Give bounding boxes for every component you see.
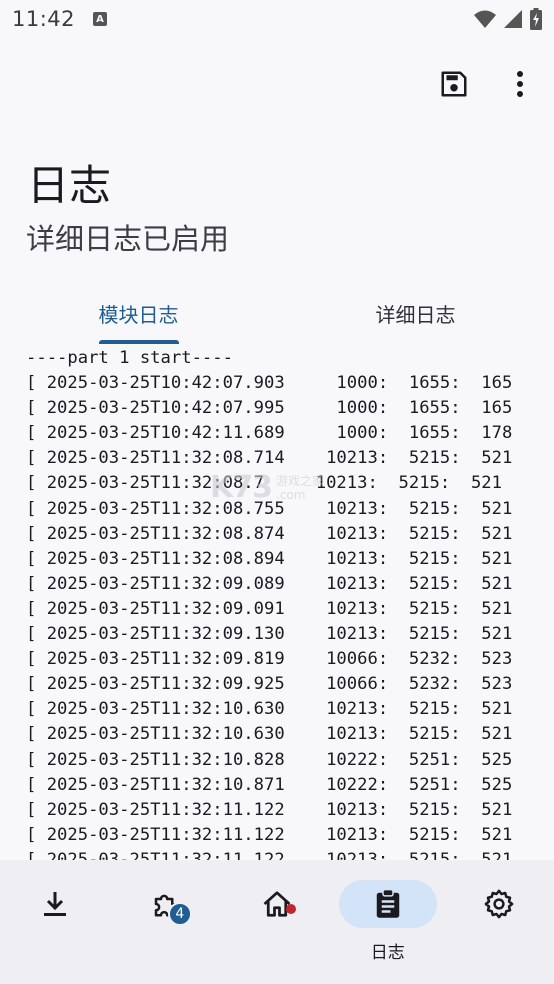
- log-line: [ 2025-03-25T11:32:09.130 10213: 5215: 5…: [26, 624, 513, 645]
- download-icon: [44, 892, 67, 916]
- watermark-text: 游戏之家 .com: [276, 474, 324, 502]
- settings-icon: [484, 889, 513, 919]
- nav-pill: [450, 880, 548, 928]
- log-line: [ 2025-03-25T11:32:10.630 10213: 5215: 5…: [26, 699, 513, 720]
- nav-pill: [228, 880, 326, 928]
- log-line: [ 2025-03-25T10:42:07.903 1000: 1655: 16…: [26, 373, 513, 394]
- log-line: [ 2025-03-25T11:32:09.089 10213: 5215: 5…: [26, 573, 513, 594]
- watermark-line1: 游戏之家: [276, 473, 325, 488]
- more-vert-icon: [517, 71, 523, 97]
- log-line: [ 2025-03-25T11:32:11.122 10213: 5215: 5…: [26, 799, 513, 820]
- nav-item-log[interactable]: 日志: [332, 860, 443, 984]
- signal-icon: [504, 10, 522, 28]
- watermark-logo: K73: [210, 470, 273, 505]
- nav-label-log: 日志: [370, 943, 405, 963]
- log-line: [ 2025-03-25T10:42:07.995 1000: 1655: 16…: [26, 398, 513, 419]
- top-app-bar-actions: [434, 64, 540, 104]
- nav-item-modules[interactable]: 4: [111, 860, 222, 984]
- tab-verbose-log[interactable]: 详细日志: [277, 282, 554, 344]
- tab-indicator: [98, 340, 179, 344]
- nav-pill: [338, 880, 437, 928]
- modules-badge: 4: [167, 902, 192, 926]
- home-update-dot: [285, 904, 296, 914]
- nav-item-settings[interactable]: [443, 860, 554, 984]
- status-time: 11:42: [12, 7, 76, 31]
- log-line: [ 2025-03-25T11:32:08.894 10213: 5215: 5…: [26, 548, 513, 569]
- log-line: [ 2025-03-25T11:32:09.091 10213: 5215: 5…: [26, 598, 513, 619]
- nav-item-download[interactable]: [0, 860, 111, 984]
- nav-pill: [117, 880, 215, 928]
- tab-label: 详细日志: [375, 302, 456, 327]
- log-tabs: 模块日志 详细日志: [0, 282, 554, 344]
- status-icons: [474, 8, 542, 30]
- log-content[interactable]: ----part 1 start---- [ 2025-03-25T10:42:0…: [26, 346, 554, 860]
- log-line: [ 2025-03-25T11:32:11.122 10213: 5215: 5…: [26, 849, 513, 860]
- page-title: 日志: [27, 161, 112, 210]
- bottom-navigation: 4 日志: [0, 860, 554, 984]
- nav-item-home[interactable]: [222, 860, 333, 984]
- notification-icon: A: [93, 12, 108, 26]
- log-line: [ 2025-03-25T11:32:10.871 10222: 5251: 5…: [26, 774, 513, 795]
- log-line: [ 2025-03-25T11:32:09.819 10066: 5232: 5…: [26, 649, 513, 670]
- log-line: [ 2025-03-25T11:32:08.874 10213: 5215: 5…: [26, 523, 513, 544]
- log-clipboard-icon: [376, 889, 400, 918]
- wifi-icon: [474, 10, 496, 28]
- more-options-button[interactable]: [500, 64, 540, 104]
- log-line: [ 2025-03-25T11:32:09.925 10066: 5232: 5…: [26, 674, 513, 695]
- save-icon: [441, 71, 467, 97]
- log-line: [ 2025-03-25T11:32:10.630 10213: 5215: 5…: [26, 724, 513, 745]
- battery-icon: [530, 8, 542, 30]
- tab-module-log[interactable]: 模块日志: [0, 282, 277, 344]
- page-subtitle: 详细日志已启用: [26, 222, 230, 256]
- tab-label: 模块日志: [98, 302, 179, 327]
- log-line: [ 2025-03-25T10:42:11.689 1000: 1655: 17…: [26, 423, 513, 444]
- log-line: [ 2025-03-25T11:32:08.714 10213: 5215: 5…: [26, 448, 513, 469]
- watermark-line2: .com: [276, 487, 306, 502]
- log-line: ----part 1 start----: [26, 348, 233, 368]
- log-line: [ 2025-03-25T11:32:10.828 10222: 5251: 5…: [26, 749, 513, 770]
- status-bar: 11:42 A: [0, 0, 554, 38]
- watermark: K73 游戏之家 .com: [210, 470, 324, 505]
- nav-pill: [6, 880, 104, 928]
- log-line: [ 2025-03-25T11:32:11.122 10213: 5215: 5…: [26, 824, 513, 845]
- save-button[interactable]: [434, 64, 474, 104]
